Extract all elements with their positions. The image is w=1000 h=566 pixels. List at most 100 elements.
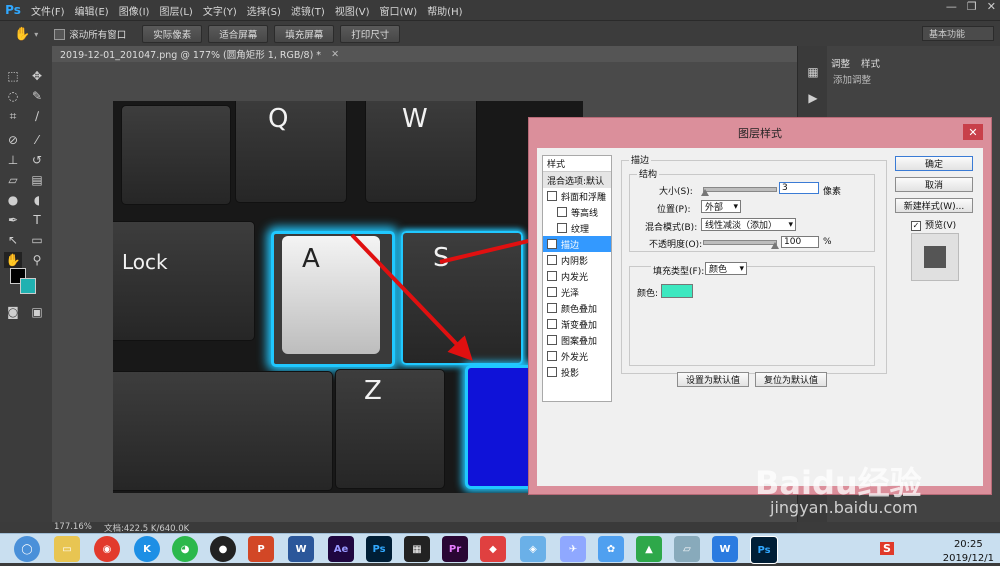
checkbox-inner-glow[interactable] xyxy=(547,271,557,281)
checkbox-outer-glow[interactable] xyxy=(547,351,557,361)
premiere-icon[interactable]: Pr xyxy=(442,536,468,562)
after-effects-icon[interactable]: Ae xyxy=(328,536,354,562)
blend-mode-select[interactable]: 线性减淡（添加） ▾ xyxy=(701,218,796,231)
app-icon-4[interactable]: ✿ xyxy=(598,536,624,562)
checkbox-pattern-overlay[interactable] xyxy=(547,335,557,345)
stroke-color-swatch[interactable] xyxy=(661,284,693,298)
arrow-to-blue-shape xyxy=(350,233,473,361)
style-label-inner-glow: 内发光 xyxy=(561,272,589,283)
checkbox-bevel[interactable] xyxy=(547,191,557,201)
history-panel-icon[interactable]: ▦ xyxy=(804,64,822,80)
clock-date: 2019/12/1 xyxy=(942,553,994,564)
checkbox-color-overlay[interactable] xyxy=(547,303,557,313)
style-label-satin: 光泽 xyxy=(561,288,580,299)
style-item-outer-glow[interactable]: 外发光 xyxy=(543,348,611,364)
size-input[interactable]: 3 xyxy=(779,182,819,194)
photoshop-active-icon[interactable]: Ps xyxy=(750,536,778,564)
watermark-url: jingyan.baidu.com xyxy=(770,498,918,517)
ok-button[interactable]: 确定 xyxy=(895,156,973,171)
style-label-bevel: 斜面和浮雕 xyxy=(561,192,607,203)
checkbox-inner-shadow[interactable] xyxy=(547,255,557,265)
style-label-outer-glow: 外发光 xyxy=(561,352,589,363)
size-unit: 像素 xyxy=(823,187,842,197)
style-label-drop-shadow: 投影 xyxy=(561,368,580,379)
style-item-satin[interactable]: 光泽 xyxy=(543,284,611,300)
input-method-icon[interactable]: S xyxy=(880,542,894,555)
layer-style-dialog: 图层样式 ✕ 样式 混合选项:默认 斜面和浮雕 等高线 纹理 ✓ 描边 内阴影 内… xyxy=(528,117,992,495)
folder-icon[interactable]: ▭ xyxy=(54,536,80,562)
style-item-contour[interactable]: 等高线 xyxy=(543,204,611,220)
blend-options-item[interactable]: 混合选项:默认 xyxy=(543,172,611,188)
taskbar: ◯ ▭ ◉ K ◕ ● P W Ae Ps ▦ Pr ◆ ◈ ✈ ✿ ▲ ▱ W… xyxy=(0,533,1000,564)
tab-adjustments[interactable]: 调整 xyxy=(831,56,850,70)
blend-mode-label: 混合模式(B): xyxy=(645,223,698,233)
style-item-color-overlay[interactable]: 颜色叠加 xyxy=(543,300,611,316)
style-label-color-overlay: 颜色叠加 xyxy=(561,304,598,315)
style-item-gradient-overlay[interactable]: 渐变叠加 xyxy=(543,316,611,332)
style-label-stroke: 描边 xyxy=(561,240,580,251)
style-label-pattern-overlay: 图案叠加 xyxy=(561,336,598,347)
app-icon-1[interactable]: ◆ xyxy=(480,536,506,562)
preview-label: 预览(V) xyxy=(925,221,957,231)
opacity-unit: % xyxy=(823,237,832,247)
cancel-button[interactable]: 取消 xyxy=(895,177,973,192)
checkbox-stroke[interactable]: ✓ xyxy=(547,239,557,249)
actions-panel-icon[interactable]: ▶ xyxy=(804,90,822,106)
checkbox-texture[interactable] xyxy=(557,223,567,233)
style-item-texture[interactable]: 纹理 xyxy=(543,220,611,236)
preview-checkbox-label[interactable]: ✓ 预览(V) xyxy=(911,218,956,231)
app-icon-3[interactable]: ✈ xyxy=(560,536,586,562)
powerpoint-icon[interactable]: P xyxy=(248,536,274,562)
style-item-pattern-overlay[interactable]: 图案叠加 xyxy=(543,332,611,348)
add-adjustment-label: 添加调整 xyxy=(833,75,872,86)
video-editor-icon[interactable]: ▦ xyxy=(404,536,430,562)
wechat-icon[interactable]: ◕ xyxy=(172,536,198,562)
app-icon-6[interactable]: ▱ xyxy=(674,536,700,562)
preview-checkbox[interactable]: ✓ xyxy=(911,221,921,231)
kugou-icon[interactable]: K xyxy=(134,536,160,562)
fill-type-group xyxy=(629,266,875,366)
style-label-inner-shadow: 内阴影 xyxy=(561,256,589,267)
size-slider[interactable] xyxy=(703,187,777,192)
style-label-gradient-overlay: 渐变叠加 xyxy=(561,320,598,331)
checkbox-gradient-overlay[interactable] xyxy=(547,319,557,329)
style-item-bevel[interactable]: 斜面和浮雕 xyxy=(543,188,611,204)
opacity-slider[interactable] xyxy=(703,240,777,245)
chevron-down-icon: ▾ xyxy=(739,263,744,274)
size-label: 大小(S): xyxy=(659,187,693,197)
checkbox-drop-shadow[interactable] xyxy=(547,367,557,377)
checkbox-satin[interactable] xyxy=(547,287,557,297)
qq-icon[interactable]: ● xyxy=(210,536,236,562)
opacity-slider-thumb[interactable] xyxy=(771,242,779,249)
fill-type-value: 颜色 xyxy=(709,265,728,275)
style-list: 样式 混合选项:默认 斜面和浮雕 等高线 纹理 ✓ 描边 内阴影 内发光 光泽 颜… xyxy=(542,155,612,402)
app-icon-2[interactable]: ◈ xyxy=(520,536,546,562)
tab-styles[interactable]: 样式 xyxy=(861,56,880,70)
position-select[interactable]: 外部 ▾ xyxy=(701,200,741,213)
netease-music-icon[interactable]: ◉ xyxy=(94,536,120,562)
opacity-input[interactable]: 100 xyxy=(781,236,819,248)
dialog-close-icon[interactable]: ✕ xyxy=(963,124,983,140)
styles-header[interactable]: 样式 xyxy=(543,156,611,172)
size-slider-thumb[interactable] xyxy=(701,189,709,196)
word-icon[interactable]: W xyxy=(288,536,314,562)
start-icon[interactable]: ◯ xyxy=(14,536,40,562)
style-label-contour: 等高线 xyxy=(571,208,599,219)
dialog-title: 图层样式 xyxy=(738,127,782,140)
app-icon-5[interactable]: ▲ xyxy=(636,536,662,562)
fill-type-label: 填充类型(F): xyxy=(651,264,707,277)
photoshop-icon[interactable]: Ps xyxy=(366,536,392,562)
blend-mode-value: 线性减淡（添加） xyxy=(705,221,778,231)
new-style-button[interactable]: 新建样式(W)... xyxy=(895,198,973,213)
reset-default-button[interactable]: 复位为默认值 xyxy=(755,372,827,387)
style-item-drop-shadow[interactable]: 投影 xyxy=(543,364,611,380)
checkbox-contour[interactable] xyxy=(557,207,567,217)
fill-type-select[interactable]: 颜色 ▾ xyxy=(705,262,747,275)
style-item-stroke[interactable]: ✓ 描边 xyxy=(543,236,611,252)
chevron-down-icon: ▾ xyxy=(733,201,738,212)
zoom-level[interactable]: 177.16% xyxy=(54,522,92,532)
style-item-inner-shadow[interactable]: 内阴影 xyxy=(543,252,611,268)
set-default-button[interactable]: 设置为默认值 xyxy=(677,372,749,387)
style-item-inner-glow[interactable]: 内发光 xyxy=(543,268,611,284)
app-icon-7[interactable]: W xyxy=(712,536,738,562)
